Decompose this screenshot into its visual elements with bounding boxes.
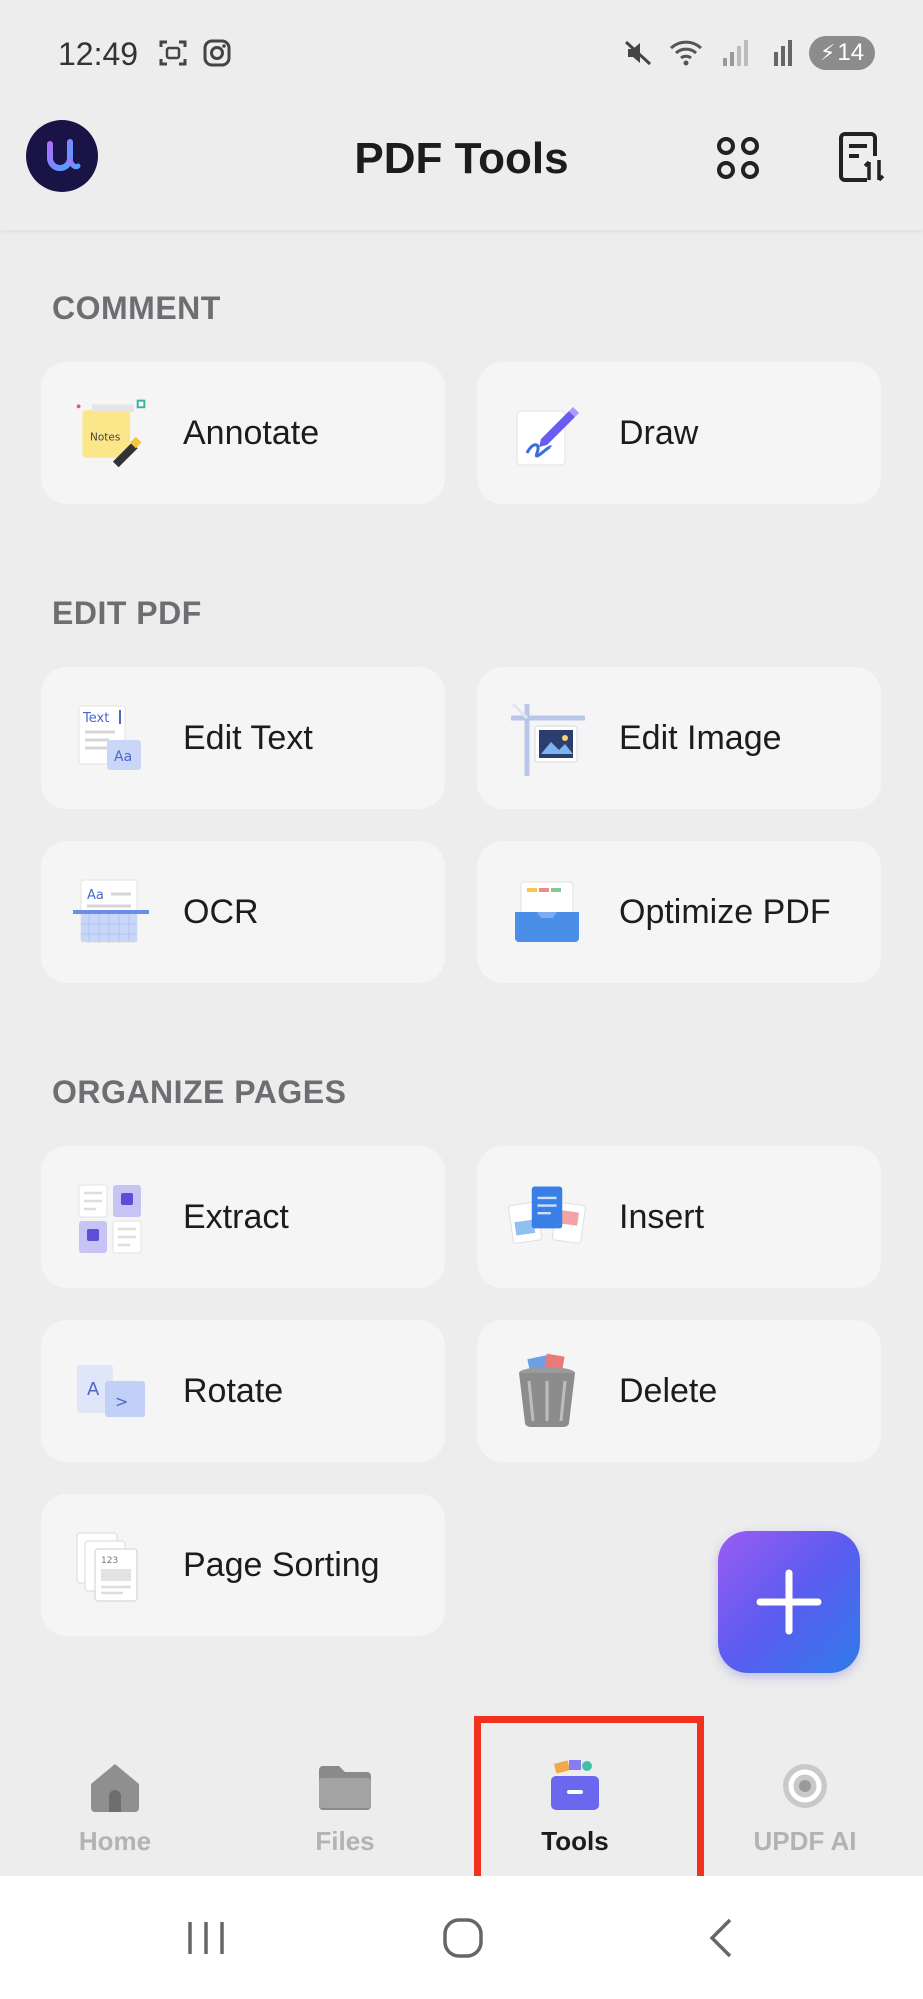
nav-updf-ai-label: UPDF AI (753, 1826, 857, 1856)
annotate-label: Annotate (183, 413, 320, 452)
page-sorting-label: Page Sorting (183, 1545, 380, 1584)
edit-text-label: Edit Text (183, 718, 313, 757)
nav-files[interactable]: Files (230, 1720, 460, 1876)
back-button[interactable] (682, 1906, 762, 1970)
rotate-icon: A > (71, 1351, 151, 1431)
tool-draw[interactable]: Draw (477, 362, 881, 504)
instagram-icon (203, 39, 231, 67)
tool-ocr[interactable]: Aa OCR (41, 841, 445, 983)
section-title-comment: COMMENT (52, 290, 221, 326)
tool-rotate[interactable]: A > Rotate (41, 1320, 445, 1462)
nav-home-label: Home (78, 1826, 152, 1856)
rotate-label: Rotate (183, 1371, 284, 1410)
delete-label: Delete (619, 1371, 718, 1410)
charging-icon: ⚡ (819, 40, 836, 65)
ocr-aa-label: Aa (87, 888, 104, 903)
insert-icon (507, 1177, 587, 1257)
ocr-icon: Aa (71, 872, 151, 952)
wifi-icon (669, 40, 703, 66)
extract-label: Extract (183, 1197, 289, 1236)
recent-apps-button[interactable] (166, 1906, 246, 1970)
folder-icon (315, 1758, 375, 1814)
screenshot-icon (159, 40, 187, 66)
home-circle-icon (443, 1918, 483, 1958)
document-sort-icon (839, 132, 885, 182)
rotate-arrow-glyph: > (115, 1392, 128, 1411)
recent-apps-icon (188, 1922, 224, 1954)
signal-icon (723, 40, 748, 66)
sort-document-button[interactable] (834, 130, 890, 186)
tool-page-sorting[interactable]: 123 Page Sorting (41, 1494, 445, 1636)
home-system-button[interactable] (423, 1906, 503, 1970)
nav-tools[interactable]: Tools (460, 1720, 690, 1876)
app-bar: PDF Tools (0, 108, 923, 230)
tool-edit-image[interactable]: Edit Image (477, 667, 881, 809)
page-sorting-icon: 123 (71, 1525, 151, 1605)
nav-updf-ai[interactable]: UPDF AI (690, 1720, 920, 1876)
page-number-label: 123 (101, 1556, 118, 1566)
optimize-pdf-icon (507, 872, 587, 952)
trash-icon (507, 1351, 587, 1431)
tool-extract[interactable]: Extract (41, 1146, 445, 1288)
ocr-label: OCR (183, 892, 259, 931)
ai-icon (775, 1758, 835, 1814)
battery-indicator: ⚡ 14 (809, 36, 875, 70)
nav-home[interactable]: Home (0, 1720, 230, 1876)
tool-optimize-pdf[interactable]: Optimize PDF (477, 841, 881, 983)
signal-roaming-icon (774, 40, 792, 66)
draw-label: Draw (619, 413, 699, 452)
edit-text-icon: Text Aa (71, 698, 151, 778)
optimize-pdf-label: Optimize PDF (619, 892, 831, 931)
nav-files-label: Files (315, 1826, 375, 1856)
edit-image-icon (507, 698, 587, 778)
rotate-a-label: A (87, 1379, 100, 1400)
plus-icon (756, 1569, 822, 1635)
tool-insert[interactable]: Insert (477, 1146, 881, 1288)
page-title: PDF Tools (354, 134, 569, 183)
draw-icon (507, 393, 587, 473)
bottom-navigation: Home Files Tools UPDF AI (0, 1720, 923, 1876)
mute-icon (624, 40, 652, 66)
back-chevron-icon (709, 1918, 732, 1958)
status-time: 12:49 (58, 36, 139, 72)
battery-level: 14 (837, 39, 865, 66)
aa-label: Aa (114, 749, 132, 765)
text-label: Text (82, 711, 109, 726)
annotate-icon: Notes (71, 393, 151, 473)
grid-icon (717, 137, 759, 179)
status-bar: 12:49 ⚡ 14 (0, 0, 923, 108)
system-navigation-bar (0, 1876, 923, 1999)
add-fab-button[interactable] (718, 1531, 860, 1673)
tool-annotate[interactable]: Notes Annotate (41, 362, 445, 504)
nav-tools-label: Tools (541, 1826, 609, 1856)
grid-view-button[interactable] (710, 130, 766, 186)
extract-icon (71, 1177, 151, 1257)
tool-delete[interactable]: Delete (477, 1320, 881, 1462)
insert-label: Insert (619, 1197, 705, 1236)
section-title-organize-pages: ORGANIZE PAGES (52, 1074, 347, 1110)
home-icon (85, 1758, 145, 1814)
section-title-edit-pdf: EDIT PDF (52, 595, 202, 631)
notes-label: Notes (90, 432, 120, 444)
tools-icon (545, 1758, 605, 1814)
edit-image-label: Edit Image (619, 718, 782, 757)
tool-edit-text[interactable]: Text Aa Edit Text (41, 667, 445, 809)
